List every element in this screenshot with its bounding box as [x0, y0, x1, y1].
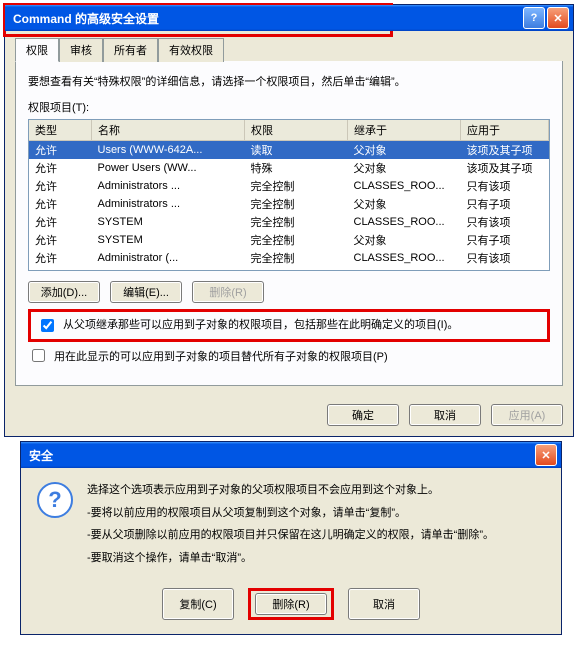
security-confirm-dialog: 安全 ✕ ? 选择这个选项表示应用到子对象的父项权限项目不会应用到这个对象上。 …	[20, 441, 562, 635]
table-row[interactable]: 允许Administrators ...完全控制父对象只有子项	[29, 195, 549, 213]
list-label: 权限项目(T):	[28, 99, 550, 115]
close-button[interactable]: ✕	[547, 7, 569, 29]
tabstrip: 权限 审核 所有者 有效权限	[15, 37, 563, 62]
question-icon: ?	[37, 482, 73, 518]
tab-permissions[interactable]: 权限	[15, 38, 59, 62]
col-type[interactable]: 类型	[29, 120, 92, 141]
dialog-title: 安全	[29, 447, 535, 464]
advanced-security-window: Command 的高级安全设置 ? ✕ 权限 审核 所有者 有效权限 要想查看有…	[4, 4, 574, 437]
cancel-button[interactable]: 取消	[409, 404, 481, 426]
table-row[interactable]: 允许Users (WWW-642A...读取父对象该项及其子项	[29, 141, 549, 160]
col-name[interactable]: 名称	[92, 120, 245, 141]
ok-button[interactable]: 确定	[327, 404, 399, 426]
remove-button: 删除(R)	[192, 281, 264, 303]
col-perm[interactable]: 权限	[245, 120, 348, 141]
msg-line3: -要从父项删除以前应用的权限项目并只保留在这儿明确定义的权限，请单击“删除”。	[87, 527, 494, 544]
inherit-checkbox[interactable]	[41, 319, 54, 332]
highlight-remove-button: 删除(R)	[248, 588, 334, 620]
replace-label: 用在此显示的可以应用到子对象的项目替代所有子对象的权限项目(P)	[54, 348, 388, 364]
table-row[interactable]: 允许SYSTEM完全控制父对象只有子项	[29, 231, 549, 249]
help-button[interactable]: ?	[523, 7, 545, 29]
table-row[interactable]: 允许Administrator (...完全控制CLASSES_ROO...只有…	[29, 249, 549, 267]
window-title: Command 的高级安全设置	[13, 10, 523, 27]
message-text: 选择这个选项表示应用到子对象的父项权限项目不会应用到这个对象上。 -要将以前应用…	[87, 482, 494, 572]
close-button[interactable]: ✕	[535, 444, 557, 466]
edit-button[interactable]: 编辑(E)...	[110, 281, 182, 303]
copy-button[interactable]: 复制(C)	[162, 588, 234, 620]
cancel-button[interactable]: 取消	[348, 588, 420, 620]
msg-line2: -要将以前应用的权限项目从父项复制到这个对象，请单击“复制”。	[87, 505, 494, 522]
add-button[interactable]: 添加(D)...	[28, 281, 100, 303]
tab-owner[interactable]: 所有者	[103, 38, 158, 62]
titlebar: Command 的高级安全设置 ? ✕	[5, 5, 573, 31]
tab-audit[interactable]: 审核	[59, 38, 103, 62]
col-apply[interactable]: 应用于	[461, 120, 549, 141]
table-row[interactable]: 允许Power Users (WW...特殊父对象该项及其子项	[29, 159, 549, 177]
table-row[interactable]: 允许Administrators ...完全控制CLASSES_ROO...只有…	[29, 177, 549, 195]
inherit-label: 从父项继承那些可以应用到子对象的权限项目，包括那些在此明确定义的项目(I)。	[63, 316, 458, 332]
titlebar: 安全 ✕	[21, 442, 561, 468]
instruction-text: 要想查看有关“特殊权限”的详细信息，请选择一个权限项目，然后单击“编辑”。	[28, 73, 550, 89]
msg-line4: -要取消这个操作，请单击“取消”。	[87, 550, 494, 567]
msg-line1: 选择这个选项表示应用到子对象的父项权限项目不会应用到这个对象上。	[87, 482, 494, 499]
table-row[interactable]: 允许CREATOR OWNER完全控制父对象只有子项	[29, 267, 549, 271]
dialog-footer: 确定 取消 应用(A)	[5, 396, 573, 436]
tab-effective[interactable]: 有效权限	[158, 38, 224, 62]
table-row[interactable]: 允许SYSTEM完全控制CLASSES_ROO...只有该项	[29, 213, 549, 231]
apply-button: 应用(A)	[491, 404, 563, 426]
dialog-buttons: 复制(C) 删除(R) 取消	[21, 582, 561, 634]
remove-button[interactable]: 删除(R)	[255, 593, 327, 615]
replace-checkbox[interactable]	[32, 349, 45, 362]
permission-listview[interactable]: 类型 名称 权限 继承于 应用于 允许Users (WWW-642A...读取父…	[28, 119, 550, 271]
listview-header: 类型 名称 权限 继承于 应用于	[29, 120, 549, 141]
tab-panel: 要想查看有关“特殊权限”的详细信息，请选择一个权限项目，然后单击“编辑”。 权限…	[15, 61, 563, 386]
col-inherit[interactable]: 继承于	[348, 120, 461, 141]
highlight-inherit-checkbox: 从父项继承那些可以应用到子对象的权限项目，包括那些在此明确定义的项目(I)。	[28, 309, 550, 342]
